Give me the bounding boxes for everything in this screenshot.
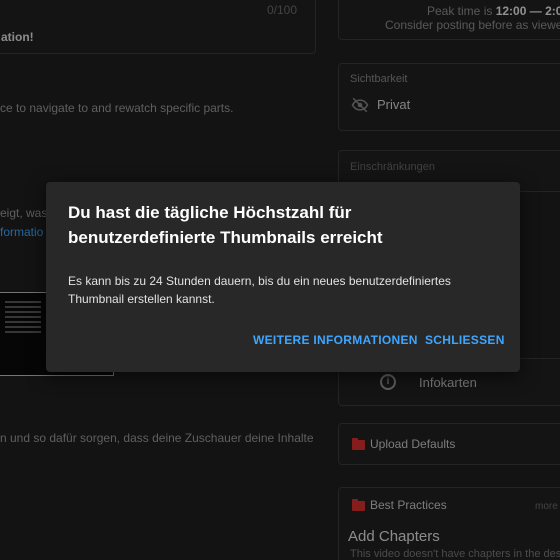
dialog-body: Es kann bis zu 24 Stunden dauern, bis du…	[68, 274, 451, 306]
close-button[interactable]: SCHLIESSEN	[425, 333, 505, 347]
thumbnail-limit-dialog: Du hast die tägliche Höchstzahl für benu…	[46, 182, 520, 372]
dialog-title: Du hast die tägliche Höchstzahl für benu…	[68, 203, 383, 247]
page: 0/100 ation! ce to navigate to and rewat…	[0, 0, 560, 560]
more-info-button[interactable]: WEITERE INFORMATIONEN	[253, 333, 418, 347]
